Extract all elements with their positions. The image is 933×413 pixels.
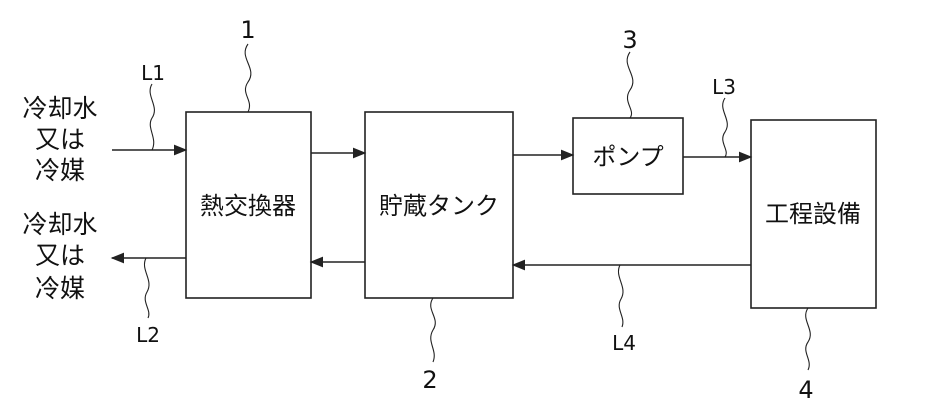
leader-l4 xyxy=(618,265,623,327)
inlet-text-line-2: 又は xyxy=(35,125,85,154)
leader-3 xyxy=(627,52,633,118)
inlet-text-line-1: 冷却水 xyxy=(22,94,97,123)
number-1: 1 xyxy=(240,16,255,44)
number-4: 4 xyxy=(798,376,813,404)
outlet-text-line-3: 冷媒 xyxy=(35,274,85,303)
flow-diagram: 熱交換器 貯蔵タンク ポンプ 工程設備 1 2 3 4 L1 L2 L3 L4 … xyxy=(0,0,933,413)
leader-1 xyxy=(245,44,251,112)
number-3: 3 xyxy=(622,26,637,54)
outlet-text-line-2: 又は xyxy=(35,241,85,270)
diagram-stage: 熱交換器 貯蔵タンク ポンプ 工程設備 1 2 3 4 L1 L2 L3 L4 … xyxy=(0,0,933,413)
storage-tank-label: 貯蔵タンク xyxy=(379,192,499,220)
number-2: 2 xyxy=(422,366,437,394)
outlet-text-line-1: 冷却水 xyxy=(22,210,97,239)
tag-l1: L1 xyxy=(141,61,165,85)
leader-l1 xyxy=(150,84,154,150)
leader-l3 xyxy=(723,98,728,157)
leader-2 xyxy=(431,298,436,362)
inlet-text-line-3: 冷媒 xyxy=(35,156,85,185)
pump-label: ポンプ xyxy=(592,143,663,171)
tag-l3: L3 xyxy=(712,75,736,99)
tag-l4: L4 xyxy=(612,331,636,355)
heat-exchanger-label: 熱交換器 xyxy=(200,192,296,220)
leader-4 xyxy=(806,308,811,370)
leader-l2 xyxy=(144,258,149,318)
tag-l2: L2 xyxy=(136,323,160,347)
process-equipment-label: 工程設備 xyxy=(765,200,861,228)
